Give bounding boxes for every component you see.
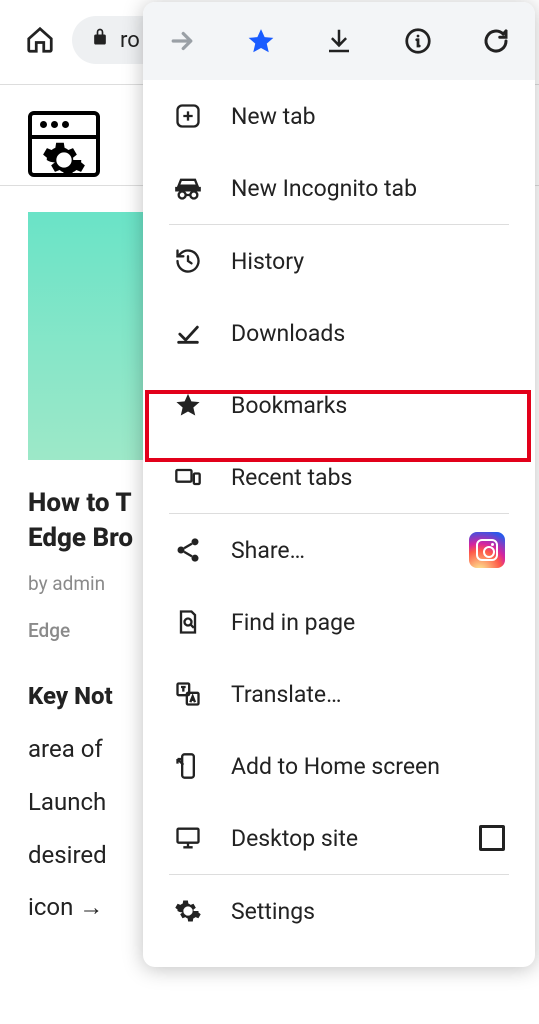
menu-item-label: Downloads — [231, 320, 345, 347]
find-page-icon — [173, 607, 203, 637]
menu-top-actions — [143, 2, 535, 80]
menu-new-incognito[interactable]: New Incognito tab — [143, 152, 535, 224]
menu-settings[interactable]: Settings — [143, 875, 535, 947]
forward-button[interactable] — [165, 24, 199, 58]
reload-button[interactable] — [479, 24, 513, 58]
star-icon — [173, 390, 203, 420]
desktop-icon — [173, 823, 203, 853]
instagram-icon — [469, 532, 505, 568]
lock-icon — [90, 27, 110, 53]
desktop-site-checkbox[interactable] — [479, 825, 505, 851]
home-button[interactable] — [24, 24, 56, 56]
menu-new-tab[interactable]: New tab — [143, 80, 535, 152]
menu-item-label: Find in page — [231, 609, 355, 636]
menu-item-label: Bookmarks — [231, 392, 347, 419]
menu-item-label: Recent tabs — [231, 464, 352, 491]
menu-downloads[interactable]: Downloads — [143, 297, 535, 369]
url-text: ro — [120, 28, 140, 53]
translate-icon — [173, 679, 203, 709]
recent-tabs-icon — [173, 462, 203, 492]
menu-find-in-page[interactable]: Find in page — [143, 586, 535, 658]
menu-item-label: History — [231, 248, 304, 275]
menu-share[interactable]: Share… — [143, 514, 535, 586]
menu-recent-tabs[interactable]: Recent tabs — [143, 441, 535, 513]
menu-item-label: Desktop site — [231, 825, 358, 852]
menu-add-home[interactable]: Add to Home screen — [143, 730, 535, 802]
overflow-menu: New tab New Incognito tab History Downlo… — [143, 2, 535, 967]
add-home-icon — [173, 751, 203, 781]
download-check-icon — [173, 318, 203, 348]
menu-item-label: Translate… — [231, 681, 342, 708]
history-icon — [173, 246, 203, 276]
site-logo-icon — [28, 111, 100, 177]
menu-desktop-site[interactable]: Desktop site — [143, 802, 535, 874]
menu-item-label: Add to Home screen — [231, 753, 440, 780]
menu-item-label: New Incognito tab — [231, 175, 417, 202]
info-button[interactable] — [401, 24, 435, 58]
plus-box-icon — [173, 101, 203, 131]
menu-item-label: Settings — [231, 898, 315, 925]
menu-history[interactable]: History — [143, 225, 535, 297]
menu-translate[interactable]: Translate… — [143, 658, 535, 730]
menu-item-label: New tab — [231, 103, 316, 130]
incognito-icon — [173, 173, 203, 203]
share-icon — [173, 535, 203, 565]
menu-bookmarks[interactable]: Bookmarks — [143, 369, 535, 441]
menu-item-label: Share… — [231, 537, 305, 564]
download-button[interactable] — [322, 24, 356, 58]
bookmark-star-button[interactable] — [244, 24, 278, 58]
gear-icon — [173, 896, 203, 926]
